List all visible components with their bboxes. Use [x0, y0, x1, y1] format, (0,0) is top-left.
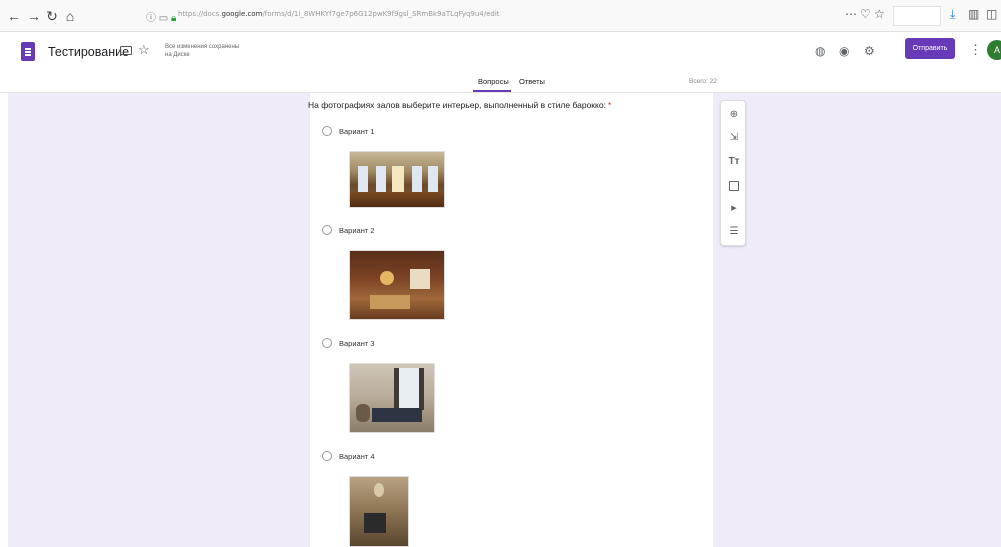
forms-logo[interactable]	[21, 42, 35, 61]
radio-button[interactable]	[322, 338, 332, 348]
url-bar[interactable]: ⓘ ▭ 🔒︎ https://docs.google.com/forms/d/1…	[140, 6, 900, 26]
save-status: Все изменения сохранены на Диске	[165, 44, 240, 58]
add-section-icon[interactable]: ☰	[727, 225, 741, 239]
more-options-icon[interactable]: ⋮	[969, 42, 982, 58]
radio-button[interactable]	[322, 126, 332, 136]
star-icon[interactable]: ☆	[138, 42, 150, 58]
site-info-icon[interactable]: ⓘ ▭ 🔒︎	[146, 9, 176, 24]
folder-icon[interactable]	[120, 46, 132, 55]
option-1-image	[349, 151, 445, 208]
active-tab-indicator	[473, 90, 511, 92]
url-text: https://docs.google.com/forms/d/1i_8WHKY…	[178, 10, 500, 18]
option-3-image	[349, 363, 435, 433]
tabs-bar: Вопросы Ответы Всего: 22	[0, 71, 1001, 93]
option-label[interactable]: Вариант 1	[339, 127, 375, 136]
preview-eye-icon[interactable]: ◉	[839, 44, 849, 58]
download-icon[interactable]: ⤓	[950, 7, 955, 22]
add-video-icon[interactable]: ▶	[727, 202, 741, 216]
forms-header: Тестирование ☆ Все изменения сохранены н…	[0, 33, 1001, 71]
bookmark-star-icon[interactable]: ☆	[874, 7, 885, 21]
tab-questions[interactable]: Вопросы	[478, 77, 509, 86]
form-title[interactable]: Тестирование	[48, 45, 129, 59]
radio-button[interactable]	[322, 451, 332, 461]
palette-icon[interactable]: ◍	[815, 44, 825, 58]
required-asterisk: *	[607, 100, 612, 110]
option-label[interactable]: Вариант 3	[339, 339, 375, 348]
option-label[interactable]: Вариант 4	[339, 452, 375, 461]
question-text[interactable]: На фотографиях залов выберите интерьер, …	[308, 100, 611, 110]
add-question-icon[interactable]: ⊕	[727, 108, 741, 122]
tab-answers[interactable]: Ответы	[519, 77, 545, 86]
option-label[interactable]: Вариант 2	[339, 226, 375, 235]
import-questions-icon[interactable]: ⇲	[727, 131, 741, 145]
home-icon[interactable]: ⌂	[62, 8, 78, 24]
option-4-image	[349, 476, 409, 547]
pocket-icon[interactable]: ♡	[860, 7, 871, 21]
library-icon[interactable]: ▥	[968, 7, 979, 21]
settings-gear-icon[interactable]: ⚙	[864, 44, 875, 58]
add-image-icon[interactable]	[729, 181, 739, 191]
sidebar-icon[interactable]: ◫	[986, 7, 997, 21]
radio-button[interactable]	[322, 225, 332, 235]
reload-icon[interactable]: ↻	[44, 8, 60, 24]
add-title-icon[interactable]: Tт	[727, 155, 741, 169]
option-2-image	[349, 250, 445, 320]
send-button[interactable]: Отправить	[905, 38, 955, 59]
back-icon[interactable]: ←	[6, 8, 22, 24]
lock-icon: 🔒︎	[171, 13, 177, 24]
browser-toolbar: ← → ↻ ⌂ ⓘ ▭ 🔒︎ https://docs.google.com/f…	[0, 0, 1001, 32]
avatar[interactable]: A	[987, 40, 1001, 60]
search-field[interactable]	[893, 6, 941, 26]
page-actions-icon[interactable]: ⋯	[845, 7, 857, 21]
side-toolbar: ⊕ ⇲ Tт ▶ ☰	[720, 100, 746, 246]
forward-icon[interactable]: →	[26, 8, 42, 24]
total-points: Всего: 22	[689, 78, 717, 85]
